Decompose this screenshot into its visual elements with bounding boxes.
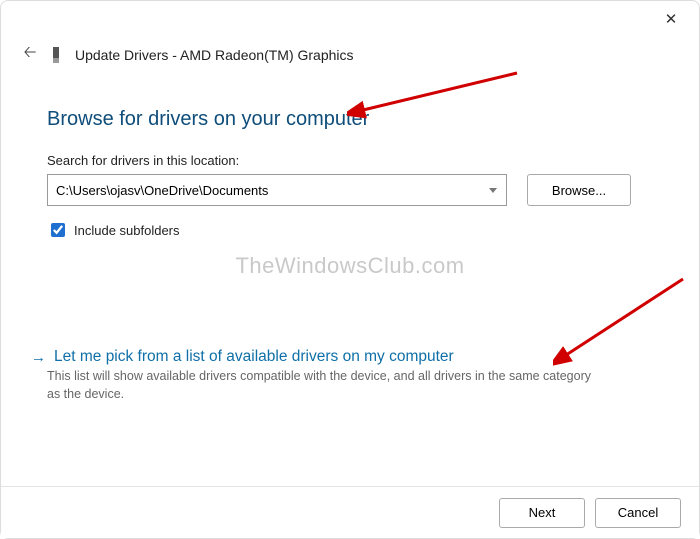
content-area: Browse for drivers on your computer Sear… [1,78,699,403]
pick-from-list-link[interactable]: → Let me pick from a list of available d… [47,348,653,403]
page-heading: Browse for drivers on your computer [47,108,653,131]
back-arrow-icon[interactable]: 🡠 [21,41,39,68]
pick-from-list-description: This list will show available drivers co… [47,368,597,403]
pick-title-text: Let me pick from a list of available dri… [54,348,454,366]
close-icon[interactable]: ✕ [657,6,685,34]
header: 🡠 Update Drivers - AMD Radeon(TM) Graphi… [1,39,699,78]
next-button[interactable]: Next [499,498,585,528]
cancel-button[interactable]: Cancel [595,498,681,528]
window-title: Update Drivers - AMD Radeon(TM) Graphics [75,47,354,63]
include-subfolders-row: Include subfolders [47,220,653,240]
include-subfolders-checkbox[interactable] [51,223,65,237]
path-combo [47,174,507,206]
footer: Next Cancel [1,486,699,538]
include-subfolders-label: Include subfolders [74,223,180,238]
path-input[interactable] [47,174,507,206]
search-location-label: Search for drivers in this location: [47,153,653,168]
pick-from-list-title[interactable]: → Let me pick from a list of available d… [47,348,653,366]
arrow-right-icon: → [31,349,46,366]
titlebar: ✕ [1,1,699,39]
browse-button[interactable]: Browse... [527,174,631,206]
search-row: Browse... [47,174,653,206]
device-icon [53,47,59,63]
